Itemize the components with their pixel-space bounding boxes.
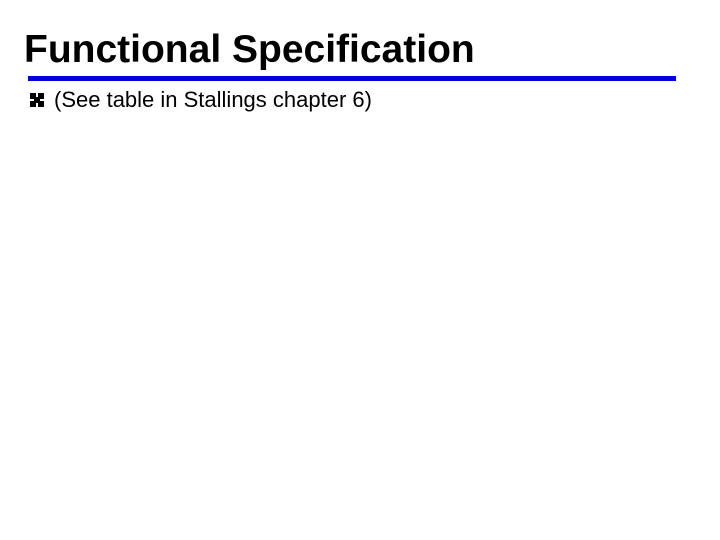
decorative-bullet-icon (28, 91, 48, 109)
bullet-text: (See table in Stallings chapter 6) (54, 87, 372, 113)
slide: Functional Specification (See table in S… (0, 0, 720, 540)
list-item: (See table in Stallings chapter 6) (28, 87, 692, 113)
slide-body: (See table in Stallings chapter 6) (28, 87, 692, 113)
slide-title: Functional Specification (24, 28, 692, 72)
title-underline (28, 76, 676, 81)
